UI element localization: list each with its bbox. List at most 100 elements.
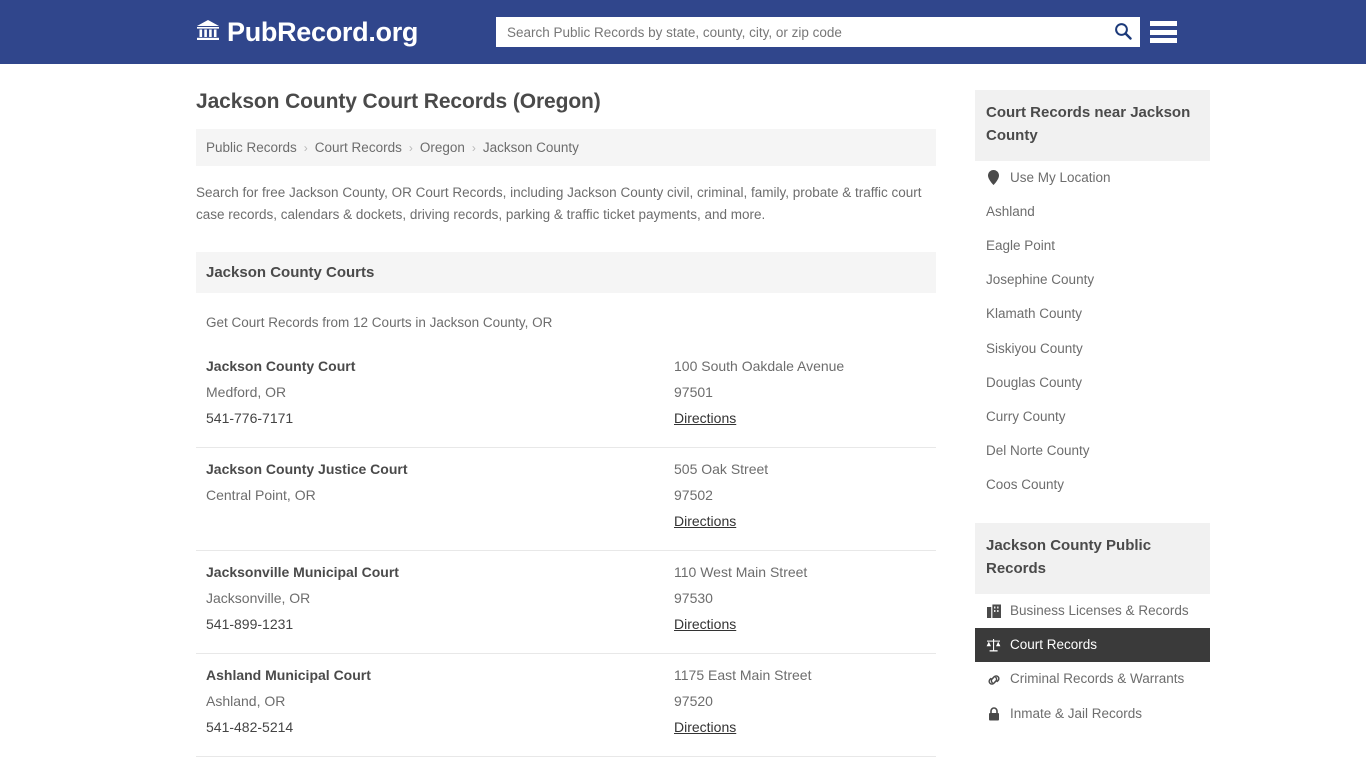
court-city-state: Ashland, OR: [206, 692, 286, 709]
chain-link-icon: [986, 672, 1001, 687]
court-list: Jackson County Court Medford, OR 541-776…: [196, 345, 936, 768]
court-zip: 97530: [674, 589, 713, 606]
court-name: Jackson County Court: [206, 357, 356, 374]
sidebar-item-court-records[interactable]: Court Records: [975, 628, 1210, 663]
court-zip: 97501: [674, 383, 713, 400]
sidebar-item-label: Del Norte County: [986, 443, 1090, 459]
court-street-address: 100 South Oakdale Avenue: [674, 357, 845, 374]
nearby-records-list: Use My Location Ashland Eagle Point Jose…: [975, 161, 1210, 503]
sidebar-item-curry-county[interactable]: Curry County: [975, 400, 1210, 434]
menu-bar-3: [1150, 38, 1177, 43]
court-info: Jacksonville Municipal Court Jacksonvill…: [206, 559, 674, 637]
court-info: Jackson County Court Medford, OR 541-776…: [206, 353, 674, 431]
list-item: Curry County: [975, 400, 1210, 434]
list-item: Siskiyou County: [975, 332, 1210, 366]
directions-link[interactable]: Directions: [674, 714, 736, 740]
sidebar-item-label: Siskiyou County: [986, 340, 1083, 356]
list-item: Inmate & Jail Records: [975, 697, 1210, 731]
court-phone: [206, 508, 674, 534]
breadcrumb-item-jackson-county[interactable]: Jackson County: [483, 140, 579, 155]
bank-building-icon: [196, 19, 220, 46]
sidebar-item-label: Business Licenses & Records: [1010, 603, 1189, 619]
sidebar-item-criminal-records[interactable]: Criminal Records & Warrants: [975, 662, 1210, 696]
table-row: Jackson County Court Medford, OR 541-776…: [196, 345, 936, 448]
scales-of-justice-icon: [986, 638, 1001, 653]
search-input[interactable]: [496, 17, 1106, 47]
public-records-list: Business Licenses & Records Court Record…: [975, 594, 1210, 731]
sidebar-item-label: Eagle Point: [986, 237, 1056, 253]
briefcase-icon: [986, 604, 1001, 619]
court-city-state: Central Point, OR: [206, 486, 316, 503]
breadcrumb-separator: ›: [471, 140, 476, 155]
main-content: Jackson County Court Records (Oregon) Pu…: [196, 64, 936, 768]
list-item: Criminal Records & Warrants: [975, 662, 1210, 696]
directions-link[interactable]: Directions: [674, 405, 736, 431]
directions-link[interactable]: Directions: [674, 611, 736, 637]
sidebar-item-eagle-point[interactable]: Eagle Point: [975, 229, 1210, 263]
sidebar-item-label: Criminal Records & Warrants: [1010, 671, 1185, 687]
site-header: PubRecord.org: [0, 0, 1366, 64]
page-title: Jackson County Court Records (Oregon): [196, 90, 601, 113]
sidebar-item-josephine-county[interactable]: Josephine County: [975, 263, 1210, 297]
table-row: Jackson County Justice Court Central Poi…: [196, 448, 936, 551]
sidebar-item-ashland[interactable]: Ashland: [975, 195, 1210, 229]
court-phone: 541-899-1231: [206, 615, 294, 632]
menu-bar-1: [1150, 21, 1177, 26]
sidebar-item-label: Inmate & Jail Records: [1010, 705, 1143, 721]
sidebar: Court Records near Jackson County Use My…: [975, 90, 1210, 731]
list-item: Klamath County: [975, 297, 1210, 331]
search-icon: [1114, 22, 1132, 43]
directions-link[interactable]: Directions: [674, 508, 736, 534]
brand-logo-link[interactable]: PubRecord.org: [196, 16, 419, 47]
nearby-records-panel: Court Records near Jackson County Use My…: [975, 90, 1210, 502]
court-name: Ashland Municipal Court: [206, 666, 371, 683]
search-button[interactable]: [1106, 17, 1140, 47]
court-city-state: Jacksonville, OR: [206, 589, 311, 606]
court-name: Jackson County Justice Court: [206, 460, 408, 477]
table-row: Butte Falls Municipal Court Butte Falls,…: [196, 757, 936, 768]
breadcrumb-item-public-records[interactable]: Public Records: [206, 140, 297, 155]
list-item: Del Norte County: [975, 434, 1210, 468]
court-address-block: 100 South Oakdale Avenue 97501 Direction…: [674, 353, 926, 431]
court-address-block: 110 West Main Street 97530 Directions: [674, 559, 926, 637]
list-item: Ashland: [975, 195, 1210, 229]
sidebar-item-label: Court Records: [1010, 637, 1098, 653]
sidebar-item-label: Curry County: [986, 408, 1066, 424]
court-info: Jackson County Justice Court Central Poi…: [206, 456, 674, 534]
list-item: Use My Location: [975, 161, 1210, 195]
public-records-panel: Jackson County Public Records Business L…: [975, 523, 1210, 730]
page-body: Jackson County Court Records (Oregon) Pu…: [0, 64, 1366, 768]
sidebar-item-business-licenses[interactable]: Business Licenses & Records: [975, 594, 1210, 628]
hamburger-menu-icon[interactable]: [1150, 18, 1177, 46]
list-item: Douglas County: [975, 366, 1210, 400]
sidebar-item-label: Klamath County: [986, 306, 1083, 322]
breadcrumb: Public Records › Court Records › Oregon …: [196, 129, 936, 166]
lock-icon: [986, 706, 1001, 721]
brand-name: PubRecord.org: [227, 16, 419, 47]
court-address-block: 505 Oak Street 97502 Directions: [674, 456, 926, 534]
sidebar-item-label: Ashland: [986, 203, 1035, 219]
courts-section-note: Get Court Records from 12 Courts in Jack…: [206, 314, 553, 330]
sidebar-item-del-norte-county[interactable]: Del Norte County: [975, 434, 1210, 468]
list-item: Coos County: [975, 468, 1210, 502]
court-street-address: 505 Oak Street: [674, 460, 769, 477]
sidebar-item-coos-county[interactable]: Coos County: [975, 468, 1210, 502]
list-item: Eagle Point: [975, 229, 1210, 263]
court-info: Ashland Municipal Court Ashland, OR 541-…: [206, 662, 674, 740]
sidebar-item-klamath-county[interactable]: Klamath County: [975, 297, 1210, 331]
sidebar-item-douglas-county[interactable]: Douglas County: [975, 366, 1210, 400]
sidebar-item-use-my-location[interactable]: Use My Location: [975, 161, 1210, 195]
sidebar-item-inmate-jail-records[interactable]: Inmate & Jail Records: [975, 697, 1210, 731]
list-item: Court Records: [975, 628, 1210, 663]
table-row: Jacksonville Municipal Court Jacksonvill…: [196, 551, 936, 654]
breadcrumb-item-oregon[interactable]: Oregon: [420, 140, 465, 155]
menu-bar-2: [1150, 29, 1177, 35]
page-intro-text: Search for free Jackson County, OR Court…: [196, 185, 922, 222]
sidebar-item-siskiyou-county[interactable]: Siskiyou County: [975, 332, 1210, 366]
court-zip: 97520: [674, 692, 713, 709]
breadcrumb-item-court-records[interactable]: Court Records: [315, 140, 402, 155]
map-pin-icon: [986, 170, 1001, 186]
court-street-address: 1175 East Main Street: [674, 666, 812, 683]
sidebar-item-label: Douglas County: [986, 374, 1083, 390]
